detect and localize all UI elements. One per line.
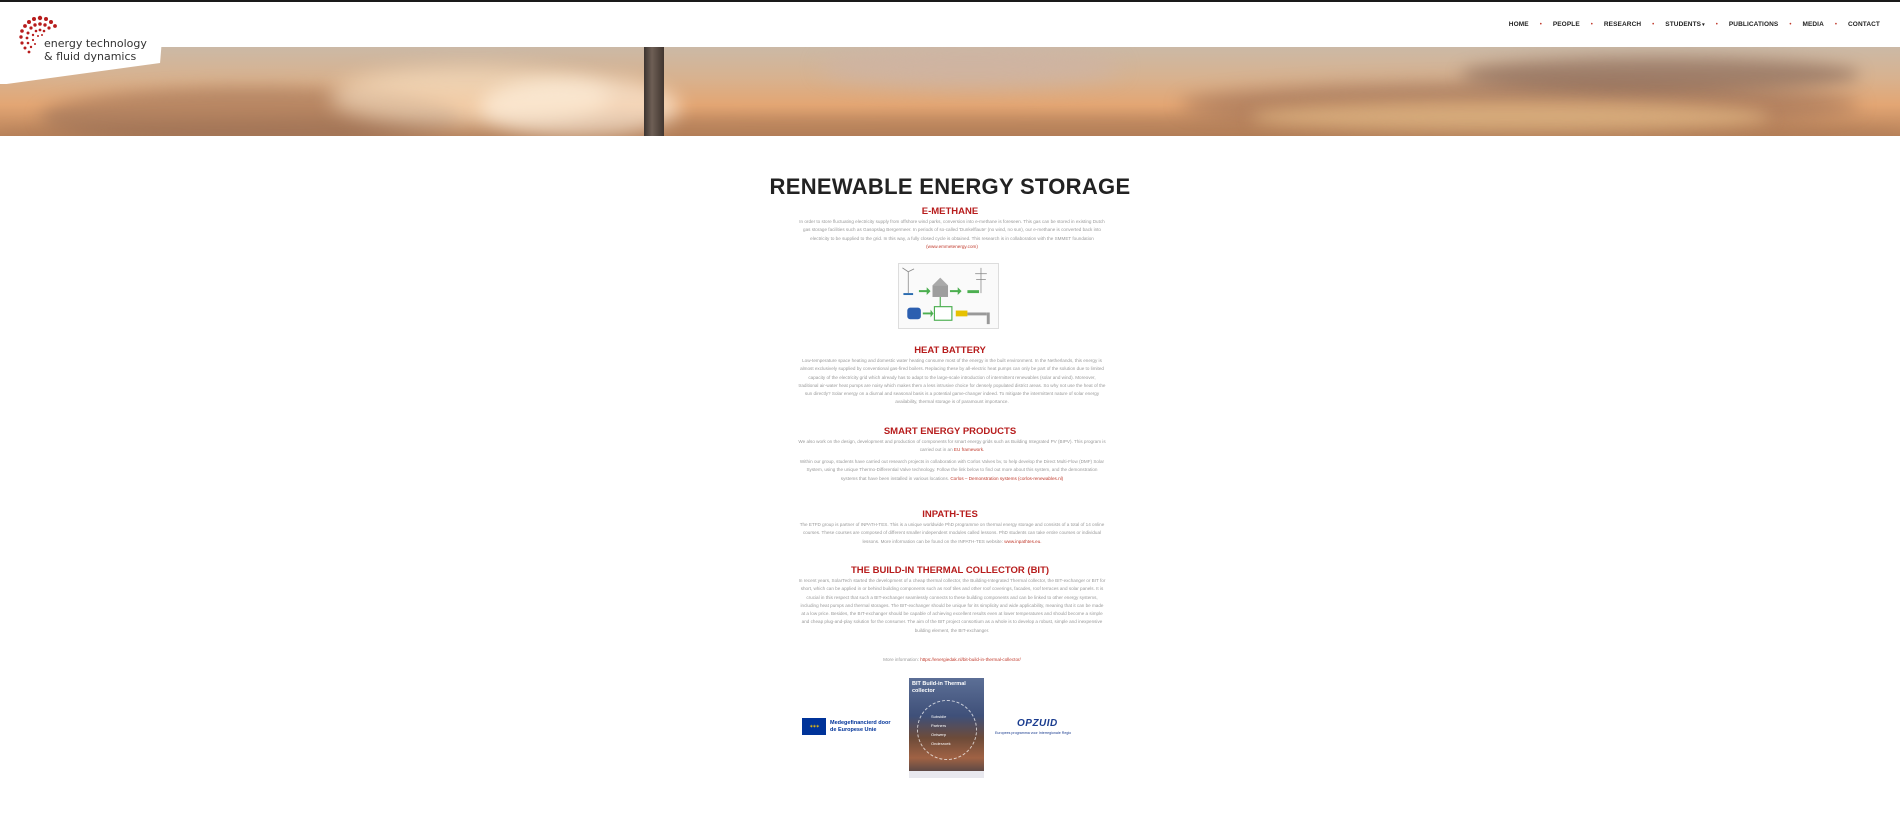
nav-separator: • xyxy=(1834,21,1837,28)
nav-separator: • xyxy=(1789,21,1792,28)
nav-publications[interactable]: PUBLICATIONS xyxy=(1729,21,1778,28)
bit-text: In recent years, SolarTech started the d… xyxy=(798,578,1106,633)
nav-separator: • xyxy=(1652,21,1655,28)
nav-research[interactable]: RESEARCH xyxy=(1604,21,1641,28)
section-title-bit: THE BUILD-IN THERMAL COLLECTOR (BIT) xyxy=(850,565,1050,576)
chevron-down-icon: ▾ xyxy=(1702,22,1705,28)
corlos-link[interactable]: Corlos – Demonstration systems (corlos-r… xyxy=(950,476,1063,481)
bit-poster-image: BIT Build-in Thermal collector Subsidie … xyxy=(909,678,984,778)
bit-more-label: More information: xyxy=(883,657,919,662)
emethane-body: In order to store fluctuating electricit… xyxy=(799,219,1105,241)
opzuid-subtitle: Europees programma voor Interregionale R… xyxy=(995,731,1072,735)
inpath-link[interactable]: www.inpathtes.eu. xyxy=(1004,539,1041,544)
inpath-body: The ETFD group is partner of INPATH-TES.… xyxy=(799,522,1105,544)
hero-banner xyxy=(0,47,1900,136)
section-title-heat-battery: HEAT BATTERY xyxy=(914,345,986,356)
smart-energy-text-1: We also work on the design, development … xyxy=(798,438,1106,455)
chimney-image xyxy=(644,47,664,136)
opzuid-logo: OPZUID Europees programma voor Interregi… xyxy=(995,718,1097,740)
emmet-link[interactable]: (www.emmetenergy.com) xyxy=(926,244,978,249)
page-title: RENEWABLE ENERGY STORAGE xyxy=(769,174,1131,199)
smart-energy-text-2: Within our group, students have carried … xyxy=(798,458,1106,483)
nav-students[interactable]: STUDENTS▾ xyxy=(1665,21,1704,28)
eu-logo-line-2: de Europese Unie xyxy=(830,726,877,733)
logo-line-2: & fluid dynamics xyxy=(44,50,137,63)
smart-energy-body-1: We also work on the design, development … xyxy=(798,439,1106,453)
main-nav: HOME • PEOPLE • RESEARCH • STUDENTS▾ • P… xyxy=(1509,21,1880,28)
eu-cofunded-logo: ✶✶✶ Medegefinancierd door de Europese Un… xyxy=(802,718,891,738)
nav-home[interactable]: HOME xyxy=(1509,21,1529,28)
section-title-emethane: E-METHANE xyxy=(921,206,979,217)
logo-text: energy technology & fluid dynamics xyxy=(44,37,147,63)
nav-people[interactable]: PEOPLE xyxy=(1553,21,1580,28)
site-header: HOME • PEOPLE • RESEARCH • STUDENTS▾ • P… xyxy=(0,2,1900,47)
nav-separator: • xyxy=(1715,21,1718,28)
poster-item: Partners xyxy=(931,723,947,728)
eu-framework-link[interactable]: EU framework. xyxy=(954,447,984,452)
section-title-inpath: INPATH-TES xyxy=(922,509,978,520)
bit-more-link[interactable]: https://energiedak.nl/bit-build-in-therm… xyxy=(920,657,1021,662)
nav-contact[interactable]: CONTACT xyxy=(1848,21,1880,28)
poster-item: Onderzoek xyxy=(931,741,951,746)
emethane-text: In order to store fluctuating electricit… xyxy=(798,218,1106,251)
section-title-smart-energy: SMART ENERGY PRODUCTS xyxy=(883,426,1017,437)
poster-item: Subsidie xyxy=(931,714,947,719)
emethane-diagram xyxy=(898,263,999,329)
eu-logo-line-1: Medegefinancierd door xyxy=(830,720,891,726)
heat-battery-text: Low-temperature space heating and domest… xyxy=(798,358,1106,405)
poster-item: Ontwerp xyxy=(931,732,947,737)
nav-students-label: STUDENTS xyxy=(1665,21,1702,28)
nav-separator: • xyxy=(1590,21,1593,28)
opzuid-name: OPZUID xyxy=(1017,718,1058,729)
logo-line-1: energy technology xyxy=(44,37,147,50)
bit-more-info: More information: https://energiedak.nl/… xyxy=(798,656,1106,664)
inpath-text: The ETFD group is partner of INPATH-TES.… xyxy=(798,521,1106,546)
nav-media[interactable]: MEDIA xyxy=(1802,21,1823,28)
nav-separator: • xyxy=(1539,21,1542,28)
poster-title: BIT Build-in Thermal collector xyxy=(912,681,966,694)
eu-flag-icon: ✶✶✶ xyxy=(802,718,826,735)
